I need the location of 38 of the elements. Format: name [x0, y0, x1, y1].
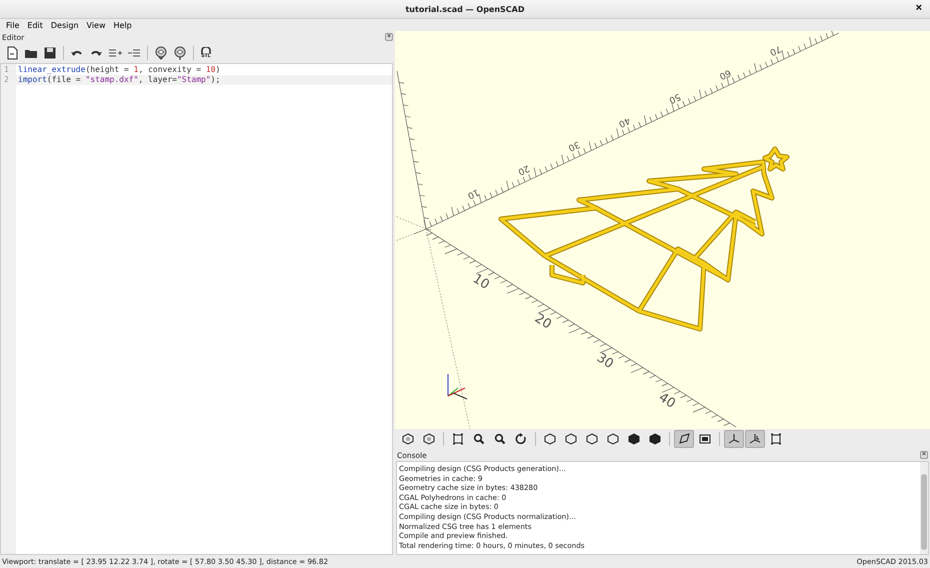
window-title: tutorial.scad — OpenSCAD	[405, 4, 525, 14]
axis-label: 50	[667, 90, 682, 105]
axis-label: 10	[470, 271, 492, 293]
menu-item[interactable]: View	[84, 20, 108, 30]
magnifier-icon	[494, 433, 506, 445]
axis-label: 30	[594, 350, 616, 372]
axis-label: 40	[616, 114, 632, 129]
scale-button[interactable]	[745, 430, 765, 448]
code-line: linear_extrude(height = 1, convexity = 10)	[17, 65, 222, 75]
axes-button[interactable]	[724, 430, 744, 448]
save-icon	[43, 46, 57, 60]
menu-item[interactable]: Edit	[24, 20, 46, 30]
axes-icon	[728, 433, 740, 445]
axis-label: 70	[768, 42, 783, 57]
axis-label: 20	[532, 310, 554, 332]
line-number: 1	[3, 65, 10, 75]
3d-viewport[interactable]: 10 20 30 40 10 20 30 40 50 60 70	[395, 31, 930, 429]
frame-icon	[452, 433, 464, 445]
file-icon	[5, 46, 19, 60]
axis-label: 60	[718, 66, 732, 81]
axis-label: 30	[566, 138, 582, 153]
close-button[interactable]: ×	[914, 2, 924, 14]
reset-icon	[515, 433, 527, 445]
line-number: 2	[3, 75, 10, 85]
menu-item[interactable]: Design	[48, 20, 82, 30]
menu-item[interactable]: Help	[110, 20, 135, 30]
axis-label: 20	[516, 162, 531, 176]
axes-indicator-icon	[448, 374, 468, 400]
frame-icon	[770, 433, 782, 445]
magnifier-icon	[473, 433, 485, 445]
menu-item[interactable]: File	[3, 20, 22, 30]
axis-label: 10	[466, 186, 480, 200]
axis-label: 40	[656, 390, 678, 412]
scrollbar-thumb[interactable]	[921, 474, 927, 550]
perspective-button[interactable]	[674, 430, 694, 448]
ruler-axes-icon	[749, 433, 761, 445]
screen-icon	[699, 433, 711, 445]
arch-icon	[200, 47, 212, 54]
